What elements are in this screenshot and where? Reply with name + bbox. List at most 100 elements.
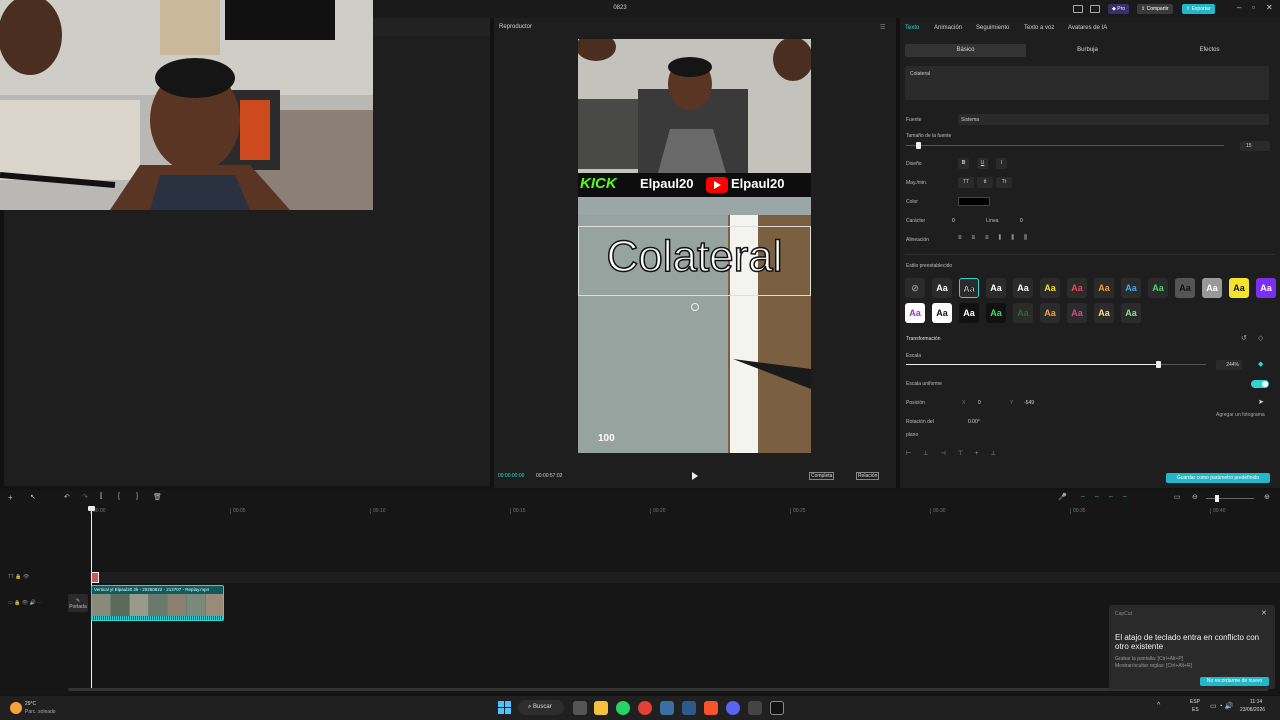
menu-icon[interactable]: ☰	[880, 24, 885, 31]
tab-ai-avatars[interactable]: Avatares de IA	[1068, 25, 1107, 31]
titlecase-button[interactable]: Tt	[996, 177, 1012, 188]
preset-4[interactable]: Aa	[1013, 278, 1033, 298]
time-ruler[interactable]: 00:00 00:05 00:10 00:15 00:20 00:25 00:30 00:35…	[90, 508, 1280, 518]
split-icon[interactable]: ⫿	[100, 493, 102, 501]
app-icon-2[interactable]	[682, 701, 696, 715]
save-default-button[interactable]: Guardar como parámetro predefinido	[1166, 473, 1270, 483]
alignment-buttons[interactable]: ≡ ≡ ≡ ⫼ ⫼ ⫼	[958, 235, 1058, 244]
preset-11[interactable]: Aa	[1202, 278, 1222, 298]
preset-14[interactable]: Aa	[905, 303, 925, 323]
text-input[interactable]: Colateral	[905, 66, 1269, 100]
tab-tracking[interactable]: Seguimiento	[976, 25, 1009, 31]
zoom-out-icon[interactable]: ⊖	[1192, 493, 1198, 501]
size-slider-thumb[interactable]	[916, 142, 921, 149]
zoom-slider[interactable]	[1206, 498, 1254, 499]
pro-button[interactable]: ◆ Pro	[1108, 4, 1130, 14]
lang-label[interactable]: ESP	[1190, 699, 1200, 705]
brave-icon[interactable]	[704, 701, 718, 715]
transform-label[interactable]: Transformación	[906, 336, 941, 342]
layout-icon[interactable]	[1073, 5, 1083, 13]
share-button[interactable]: ⇪ Compartir	[1137, 4, 1173, 14]
split-left-icon[interactable]: [	[118, 493, 120, 500]
timeline-scrollbar[interactable]	[68, 688, 1268, 691]
preset-9[interactable]: Aa	[1148, 278, 1168, 298]
uniform-scale-toggle[interactable]	[1251, 380, 1269, 388]
add-icon[interactable]: +	[8, 493, 13, 502]
whatsapp-icon[interactable]	[616, 701, 630, 715]
color-swatch[interactable]	[958, 197, 990, 206]
preset-19[interactable]: Aa	[1040, 303, 1060, 323]
capcut-icon[interactable]	[770, 701, 784, 715]
preset-8[interactable]: Aa	[1121, 278, 1141, 298]
scale-input[interactable]: 244%	[1216, 360, 1242, 370]
tab-tts[interactable]: Texto a voz	[1024, 25, 1054, 31]
keyframe-diamond-icon[interactable]: ◇	[1258, 334, 1263, 342]
text-track-controls[interactable]: TT 🔒 👁	[8, 574, 29, 580]
bold-button[interactable]: B	[958, 158, 969, 169]
windows-start-icon[interactable]	[498, 701, 511, 714]
notification-close-icon[interactable]: ✕	[1261, 609, 1267, 617]
char-spacing-input[interactable]: 0	[952, 218, 955, 224]
subtab-effects[interactable]: Efectos	[1149, 44, 1270, 57]
position-x-input[interactable]: 0	[978, 400, 981, 406]
search-box[interactable]: ⌕ Buscar	[518, 700, 564, 715]
redo-icon[interactable]: ↷	[82, 493, 88, 501]
video-preview[interactable]: KICK Elpaul20 Elpaul20 Colateral 100	[578, 39, 811, 453]
video-track-controls[interactable]: ▭ 🔒 👁 🔊 ⋯	[8, 600, 42, 606]
preset-13[interactable]: Aa	[1256, 278, 1276, 298]
preview-icon[interactable]: ▭	[1174, 493, 1181, 501]
weather-icon[interactable]	[10, 702, 22, 714]
line-spacing-input[interactable]: 0	[1020, 218, 1023, 224]
preset-21[interactable]: Aa	[1094, 303, 1114, 323]
chrome-icon[interactable]	[638, 701, 652, 715]
panel-icon[interactable]	[1090, 5, 1100, 13]
preset-20[interactable]: Aa	[1067, 303, 1087, 323]
tab-animation[interactable]: Animación	[934, 25, 962, 31]
preset-17[interactable]: Aa	[986, 303, 1006, 323]
preset-1[interactable]: Aa	[932, 278, 952, 298]
close-icon[interactable]: ✕	[1266, 3, 1273, 12]
scale-slider-thumb[interactable]	[1156, 361, 1161, 368]
preset-22[interactable]: Aa	[1121, 303, 1141, 323]
undo-icon[interactable]: ↶	[64, 493, 70, 501]
app-icon-1[interactable]	[660, 701, 674, 715]
size-slider[interactable]	[906, 145, 1224, 146]
split-right-icon[interactable]: ]	[136, 493, 138, 500]
play-icon[interactable]	[692, 472, 698, 480]
caption-text[interactable]: Colateral	[578, 231, 811, 282]
zoom-in-icon[interactable]: ⊕	[1264, 493, 1270, 501]
app-icon-3[interactable]	[748, 701, 762, 715]
rotation-input[interactable]: 0.00°	[968, 419, 980, 425]
lowercase-button[interactable]: tt	[977, 177, 993, 188]
discord-icon[interactable]	[726, 701, 740, 715]
preset-16[interactable]: Aa	[959, 303, 979, 323]
delete-icon[interactable]: 🗑	[153, 493, 162, 501]
maximize-icon[interactable]: ▫	[1252, 3, 1255, 12]
tab-text[interactable]: Texto	[905, 25, 919, 31]
tray-icons[interactable]: ▭ ◔ 🔊	[1210, 702, 1233, 710]
file-explorer-icon[interactable]	[594, 701, 608, 715]
scale-keyframe-icon[interactable]: ◆	[1258, 360, 1263, 368]
preset-none-icon[interactable]: ⊘	[905, 278, 925, 298]
dont-remind-button[interactable]: No recordarme de nuevo	[1200, 677, 1269, 686]
playhead-handle[interactable]	[88, 506, 95, 511]
preset-6[interactable]: Aa	[1067, 278, 1087, 298]
preset-5[interactable]: Aa	[1040, 278, 1060, 298]
export-button[interactable]: ⇧ Exportar	[1182, 4, 1215, 14]
mic-icon[interactable]: 🎤	[1058, 493, 1067, 501]
preset-3[interactable]: Aa	[986, 278, 1006, 298]
size-input[interactable]: 15	[1240, 141, 1270, 151]
preset-12[interactable]: Aa	[1229, 278, 1249, 298]
subtab-bubble[interactable]: Burbuja	[1027, 44, 1148, 57]
task-view-icon[interactable]	[573, 701, 587, 715]
subtab-basic[interactable]: Básico	[905, 44, 1026, 57]
preset-7[interactable]: Aa	[1094, 278, 1114, 298]
text-clip[interactable]	[91, 572, 99, 583]
full-quality-button[interactable]: Completa	[809, 472, 835, 480]
video-clip[interactable]: Vertical yt Elpaul20 2k - 20260822 - 213…	[91, 585, 224, 621]
italic-button[interactable]: I	[996, 158, 1007, 169]
uppercase-button[interactable]: TT	[958, 177, 974, 188]
select-tool-icon[interactable]: ↖	[30, 493, 36, 501]
font-select[interactable]: Sistema	[958, 114, 1269, 125]
minimize-icon[interactable]: –	[1237, 3, 1241, 12]
